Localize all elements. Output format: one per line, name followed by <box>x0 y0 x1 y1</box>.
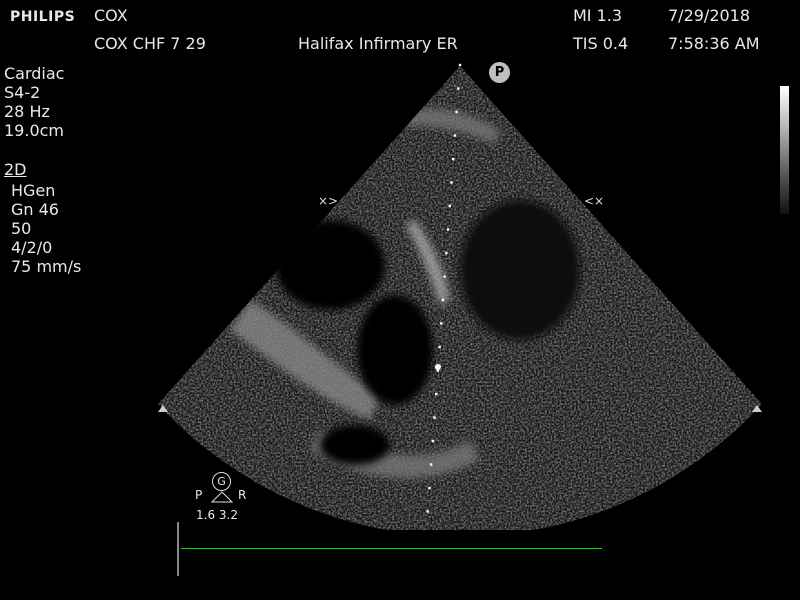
timeline-cursor[interactable] <box>177 522 179 576</box>
exam-time: 7:58:36 AM <box>668 34 760 53</box>
patient-name: COX <box>94 6 128 25</box>
depth-dot <box>455 110 458 114</box>
focus-values: 1.6 3.2 <box>196 508 238 522</box>
depth-dot <box>446 228 450 231</box>
depth-dot <box>426 510 429 513</box>
depth-dot <box>457 87 460 90</box>
depth-dot <box>453 134 457 137</box>
param-gain: Gn 46 <box>11 200 59 219</box>
param-compression: 50 <box>11 219 32 238</box>
depth-dot <box>452 157 455 161</box>
depth-dot <box>448 204 451 208</box>
mode-label: 2D <box>4 160 27 179</box>
focus-marker <box>435 364 441 370</box>
param-persistence: 4/2/0 <box>11 238 53 257</box>
institution: Halifax Infirmary ER <box>298 34 458 53</box>
right-x-marker: <× <box>584 194 604 208</box>
focus-right-label: R <box>238 488 247 502</box>
depth-dot <box>431 439 434 443</box>
depth-dot <box>458 63 462 67</box>
focus-badge-icon: G <box>212 472 231 491</box>
depth-dot <box>435 392 438 396</box>
tis-value: TIS 0.4 <box>573 34 629 53</box>
depth-dot <box>433 416 436 419</box>
focus-triangle-icon <box>210 491 234 503</box>
param-harmonic: HGen <box>11 181 56 200</box>
probe-label: S4-2 <box>4 83 41 102</box>
orientation-marker-icon: P <box>489 62 510 83</box>
param-sweep-speed: 75 mm/s <box>11 257 82 276</box>
preset-label: Cardiac <box>4 64 65 83</box>
depth-dot <box>438 345 441 349</box>
depth-dot <box>443 275 446 278</box>
depth-dot <box>429 463 433 466</box>
grayscale-bar <box>780 86 789 214</box>
brand-logo: PHILIPS <box>10 9 76 25</box>
depth-value: 19.0cm <box>4 121 65 140</box>
frame-rate: 28 Hz <box>4 102 50 121</box>
depth-dot <box>428 486 431 490</box>
left-x-marker: ×> <box>318 194 338 208</box>
scan-sector <box>158 66 762 530</box>
depth-dot <box>450 181 453 184</box>
exam-date: 7/29/2018 <box>668 6 751 25</box>
depth-dot <box>441 298 445 302</box>
ecg-timeline <box>181 548 602 549</box>
depth-dot <box>445 251 448 255</box>
ultrasound-image: ×> <× <box>158 63 762 530</box>
depth-dot <box>440 322 443 325</box>
study-label: COX CHF 7 29 <box>94 34 206 53</box>
focus-left-label: P <box>195 488 203 502</box>
mi-value: MI 1.3 <box>573 6 623 25</box>
